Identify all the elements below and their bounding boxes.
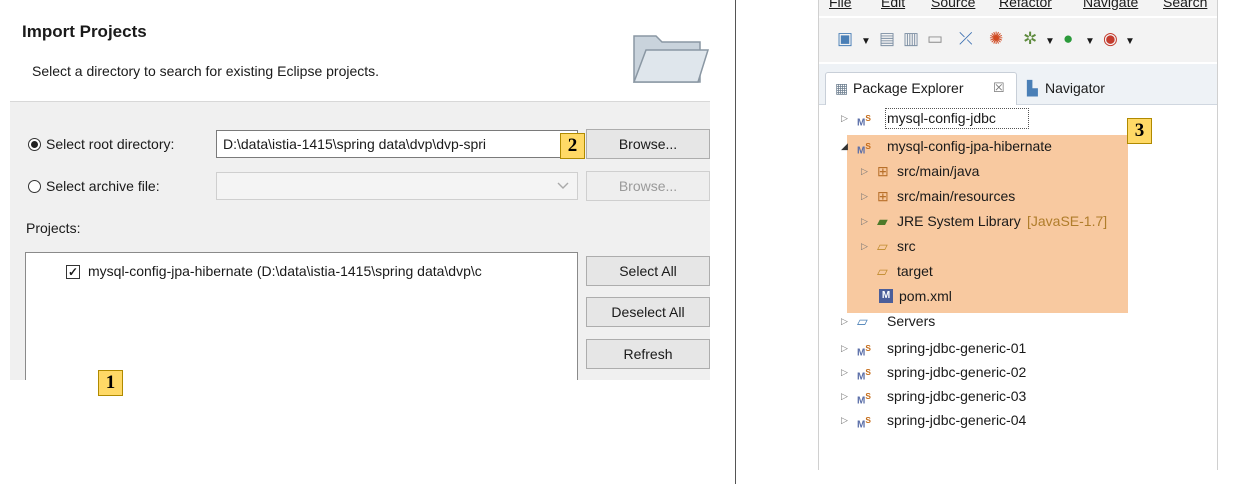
menu-source[interactable]: Source (931, 0, 975, 10)
menu-edit[interactable]: Edit (881, 0, 905, 10)
menu-file[interactable]: File (829, 0, 852, 10)
root-directory-label: Select root directory: (46, 136, 175, 152)
source-folder-icon: ⊞ (877, 188, 889, 204)
tree-item-label: spring-jdbc-generic-02 (887, 364, 1027, 380)
select-archive-file-radio[interactable] (28, 180, 41, 193)
collapse-arrow-icon[interactable]: ◢ (841, 134, 848, 158)
expand-arrow-icon[interactable]: ▷ (861, 184, 868, 208)
expand-arrow-icon[interactable]: ▷ (861, 234, 868, 258)
expand-arrow-icon[interactable]: ▷ (861, 209, 868, 233)
tree-item-label: target (897, 263, 933, 279)
expand-arrow-icon[interactable]: ▷ (841, 309, 848, 333)
library-icon: ▰ (877, 213, 888, 229)
menu-bar: File Edit Source Refactor Navigate Searc… (819, 0, 1217, 16)
menu-refactor[interactable]: Refactor (999, 0, 1052, 10)
expand-arrow-icon[interactable]: ▷ (841, 408, 848, 432)
expand-arrow-icon[interactable]: ▷ (841, 336, 848, 360)
maven-project-icon: MS (857, 113, 871, 129)
archive-file-label: Select archive file: (46, 178, 160, 194)
project-checkbox[interactable]: ✓ (66, 265, 80, 279)
projects-label: Projects: (26, 220, 81, 236)
external-tools-icon[interactable]: ◉ (1103, 29, 1118, 49)
chevron-down-icon[interactable]: ▼ (861, 32, 871, 52)
expand-arrow-icon[interactable]: ▷ (861, 159, 868, 183)
list-item[interactable]: ✓ mysql-config-jpa-hibernate (D:\data\is… (26, 261, 577, 283)
tab-package-explorer-label: Package Explorer (853, 80, 964, 96)
save-all-icon[interactable]: ▥ (903, 29, 919, 49)
tab-navigator[interactable]: Navigator (1045, 80, 1105, 96)
chevron-down-icon (557, 182, 569, 189)
expand-arrow-icon[interactable]: ▷ (841, 360, 848, 384)
dialog-header: Import Projects Select a directory to se… (10, 8, 710, 102)
package-explorer-icon: ▦ (835, 80, 849, 96)
callout-badge-3: 3 (1127, 118, 1152, 144)
build-icon[interactable]: ✲ (1023, 29, 1037, 49)
eclipse-window: File Edit Source Refactor Navigate Searc… (818, 0, 1218, 470)
open-folder-icon (632, 35, 710, 83)
debug-icon[interactable]: ✺ (989, 29, 1003, 49)
root-directory-input[interactable]: D:\data\istia-1415\spring data\dvp\dvp-s… (216, 130, 578, 158)
callout-badge-2: 2 (560, 133, 585, 159)
tree-item-label: src/main/resources (897, 188, 1016, 204)
browse-archive-button: Browse... (586, 171, 710, 201)
chevron-down-icon[interactable]: ▼ (1045, 32, 1055, 52)
library-version: [JavaSE-1.7] (1027, 213, 1108, 229)
dialog-title: Import Projects (22, 22, 147, 41)
panel-divider (735, 0, 736, 484)
dialog-subtitle: Select a directory to search for existin… (32, 63, 380, 79)
tree-item-label: src/main/java (897, 163, 980, 179)
navigator-icon: ▙ (1027, 80, 1038, 96)
new-icon[interactable]: ▣ (837, 29, 853, 49)
projects-list: ✓ mysql-config-jpa-hibernate (D:\data\is… (25, 252, 578, 380)
folder-icon: ▱ (877, 263, 888, 279)
tree-item-label: Servers (887, 313, 936, 329)
tree-item-label: src (897, 238, 916, 254)
folder-icon: ▱ (877, 238, 888, 254)
expand-arrow-icon[interactable]: ▷ (841, 106, 848, 130)
maven-pom-icon: M (879, 289, 893, 303)
tree-item-label: mysql-config-jdbc (887, 110, 996, 126)
import-projects-dialog: Import Projects Select a directory to se… (10, 8, 710, 380)
chevron-down-icon[interactable]: ▼ (1125, 32, 1135, 52)
select-root-directory-radio[interactable] (28, 138, 41, 151)
tree-item-label: spring-jdbc-generic-04 (887, 412, 1027, 428)
refresh-button[interactable]: Refresh (586, 339, 710, 369)
maven-project-icon: MS (857, 415, 871, 431)
chevron-down-icon[interactable]: ▼ (1085, 32, 1095, 52)
folder-icon: ▱ (857, 313, 868, 329)
tree-item-label: pom.xml (899, 288, 952, 304)
close-icon[interactable]: ☒ (993, 80, 1005, 96)
run-icon[interactable]: ● (1063, 29, 1073, 49)
source-folder-icon: ⊞ (877, 163, 889, 179)
callout-badge-1: 1 (98, 370, 123, 396)
tree-item-label: spring-jdbc-generic-03 (887, 388, 1027, 404)
tree-item-label: JRE System Library (897, 213, 1021, 229)
print-icon[interactable]: ▭ (927, 29, 943, 49)
view-tab-bar: ▦ Package Explorer ☒ ▙ Navigator (819, 64, 1217, 105)
archive-file-combo (216, 172, 578, 200)
select-all-button[interactable]: Select All (586, 256, 710, 286)
tree-item-label: spring-jdbc-generic-01 (887, 340, 1027, 356)
browse-root-button[interactable]: Browse... (586, 129, 710, 159)
toolbar: ▣ ▼ ▤ ▥ ▭ ⤫ ✺ ✲ ▼ ● ▼ ◉ ▼ (819, 18, 1217, 62)
deselect-all-button[interactable]: Deselect All (586, 297, 710, 327)
skip-breakpoints-icon[interactable]: ⤫ (959, 29, 973, 49)
save-icon[interactable]: ▤ (879, 29, 895, 49)
expand-arrow-icon[interactable]: ▷ (841, 384, 848, 408)
project-label: mysql-config-jpa-hibernate (D:\data\isti… (88, 263, 482, 279)
menu-search[interactable]: Search (1163, 0, 1207, 10)
menu-navigate[interactable]: Navigate (1083, 0, 1138, 10)
tree-item-label: mysql-config-jpa-hibernate (887, 138, 1052, 154)
